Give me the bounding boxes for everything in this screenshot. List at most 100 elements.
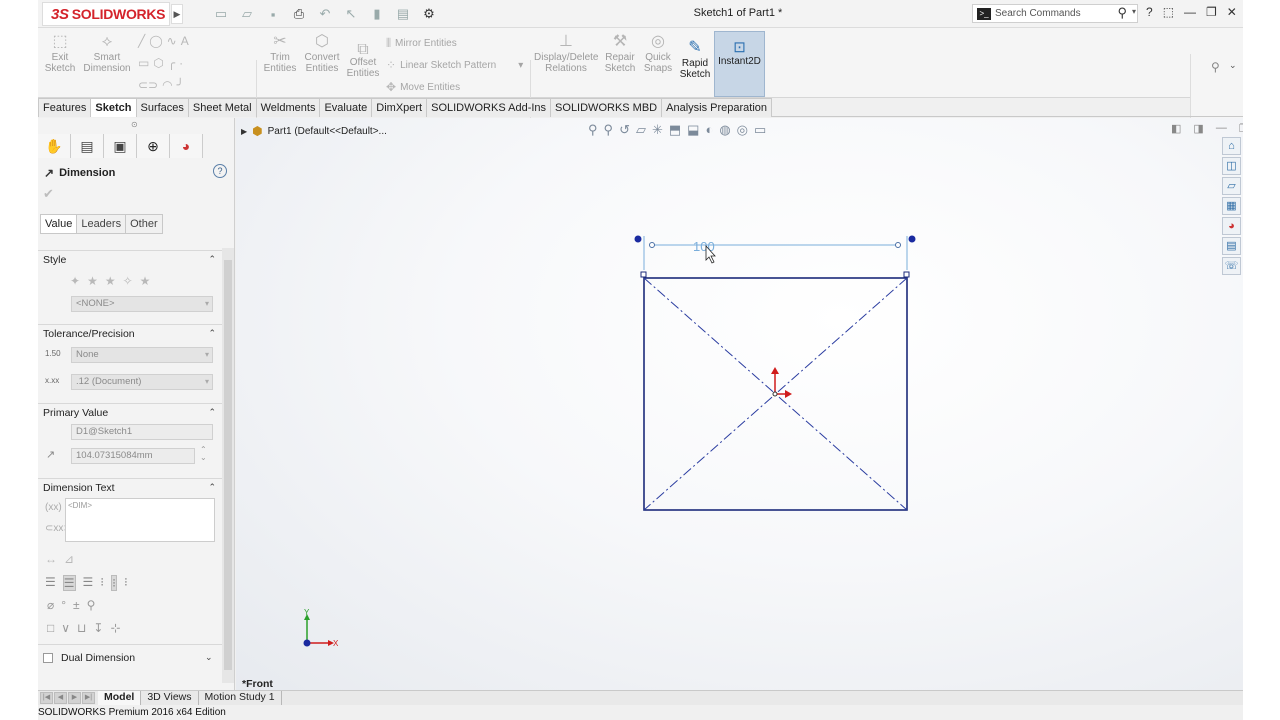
save-style-icon[interactable]: ✧ (123, 274, 133, 288)
solidworks-logo[interactable]: 3S SOLIDWORKS (42, 2, 170, 26)
dimxpert-manager-tab-icon[interactable]: ⊕ (137, 134, 170, 158)
exit-sketch-button[interactable]: ⬚ Exit Sketch (44, 32, 76, 74)
quick-snaps-button[interactable]: ◎ Quick Snaps (642, 32, 674, 74)
rapid-sketch-button[interactable]: ✎ Rapid Sketch (677, 38, 713, 80)
dimension-text-area[interactable]: <DIM> (65, 498, 215, 542)
move-entities-button[interactable]: ✥ Move Entities (386, 80, 460, 94)
counterbore-icon[interactable]: ⊔ (77, 621, 86, 635)
tab-analysis-preparation[interactable]: Analysis Preparation (661, 98, 773, 117)
tab-model[interactable]: Model (98, 691, 142, 705)
pin-icon[interactable]: ⬚ (1163, 5, 1174, 19)
tab-solidworks-mbd[interactable]: SOLIDWORKS MBD (550, 98, 663, 117)
add-parenthesis-icon[interactable]: ↔ (45, 552, 57, 566)
linear-sketch-pattern-button[interactable]: ⁘ Linear Sketch Pattern ▾ (386, 58, 523, 72)
convert-entities-button[interactable]: ⬡ Convert Entities (302, 32, 342, 74)
countersink-icon[interactable]: ∨ (61, 621, 70, 635)
line-tools-row[interactable]: ╱ ◯ ∿ A (138, 34, 189, 48)
dimension-endpoint-right[interactable] (908, 235, 916, 243)
plus-minus-icon[interactable]: ± (73, 598, 80, 612)
stack-top-icon[interactable]: ⁝ (100, 575, 104, 591)
style-dropdown[interactable]: <NONE> ▾ (71, 296, 213, 312)
solidworks-resources-icon[interactable]: ⌂ (1222, 137, 1241, 155)
help-icon[interactable]: ? (213, 164, 227, 178)
dimension-text-header[interactable]: Dimension Text ⌃ (38, 478, 222, 496)
search-dropdown-icon[interactable]: ▾ (1132, 7, 1136, 16)
arrow-handle-right[interactable] (895, 242, 901, 248)
delete-style-icon[interactable]: ★ (105, 274, 116, 288)
depth-icon[interactable]: ↧ (93, 621, 103, 635)
first-tab-icon[interactable]: |◀ (40, 691, 53, 704)
offset-entities-button[interactable]: ⧉ Offset Entities (344, 42, 382, 80)
tab-motion-study-1[interactable]: Motion Study 1 (199, 691, 282, 705)
pattern-dropdown-icon[interactable]: ▾ (518, 60, 523, 71)
restore-icon[interactable]: ❐ (1206, 5, 1217, 19)
centerline-icon[interactable]: ⚲ (87, 598, 96, 612)
file-properties-icon[interactable]: ▤ (392, 6, 414, 22)
forum-icon[interactable]: ☏ (1222, 257, 1241, 275)
corner-point-top-left[interactable] (640, 271, 647, 278)
last-tab-icon[interactable]: ▶| (82, 691, 95, 704)
tab-sketch[interactable]: Sketch (90, 98, 137, 117)
next-tab-icon[interactable]: ▶ (68, 691, 81, 704)
rebuild-icon[interactable]: ▮ (366, 6, 388, 22)
primary-value-header[interactable]: Primary Value ⌃ (38, 403, 222, 421)
panel-grip-icon[interactable]: ⊙ (131, 120, 138, 129)
ok-check-icon[interactable]: ✔ (43, 186, 54, 202)
degree-icon[interactable]: ° (61, 598, 66, 612)
dual-dimension-option[interactable]: Dual Dimension (43, 652, 135, 664)
options-gear-icon[interactable]: ⚙ (418, 6, 440, 22)
tab-weldments[interactable]: Weldments (255, 98, 321, 117)
close-icon[interactable]: ✕ (1227, 5, 1237, 19)
tolerance-type-dropdown[interactable]: None ▾ (71, 347, 213, 363)
arrow-handle-left[interactable] (649, 242, 655, 248)
more-symbols-icon[interactable]: ⊹ (110, 621, 120, 635)
tab-surfaces[interactable]: Surfaces (135, 98, 189, 117)
scrollbar-thumb[interactable] (224, 260, 232, 670)
collapse-chevron-icon[interactable]: ⌃ (208, 407, 216, 418)
select-icon[interactable]: ↖ (340, 6, 362, 22)
tab-solidworks-add-ins[interactable]: SOLIDWORKS Add-Ins (426, 98, 552, 117)
tab-dimxpert[interactable]: DimXpert (371, 98, 428, 117)
stack-middle-icon[interactable]: ⁝ (111, 575, 117, 591)
minimize-icon[interactable]: — (1184, 5, 1196, 19)
diameter-icon[interactable]: ⌀ (47, 598, 54, 612)
search-icon[interactable]: ⚲ (1117, 5, 1127, 21)
appearances-scenes-icon[interactable]: ◕ (1222, 217, 1241, 235)
collapse-ribbon-icon[interactable]: ⌄ (1229, 60, 1237, 71)
custom-properties-icon[interactable]: ▤ (1222, 237, 1241, 255)
center-dimension-icon[interactable]: ⊿ (64, 552, 74, 566)
view-palette-icon[interactable]: ▦ (1222, 197, 1241, 215)
display-delete-relations-button[interactable]: ⊥ Display/Delete Relations (534, 32, 598, 74)
new-document-icon[interactable]: ▭ (210, 6, 232, 22)
align-left-icon[interactable]: ☰ (45, 575, 56, 591)
instant2d-button[interactable]: ⊡ Instant2D (714, 31, 765, 97)
design-library-icon[interactable]: ◫ (1222, 157, 1241, 175)
file-explorer-icon[interactable]: ▱ (1222, 177, 1241, 195)
feature-manager-tab-icon[interactable]: ✋ (38, 134, 71, 158)
configuration-manager-tab-icon[interactable]: ▣ (104, 134, 137, 158)
save-icon[interactable]: ▪ (262, 7, 284, 22)
property-manager-tab-icon[interactable]: ▤ (71, 134, 104, 158)
dimension-name-field[interactable]: D1@Sketch1 (71, 424, 213, 440)
tolerance-header[interactable]: Tolerance/Precision ⌃ (38, 324, 222, 342)
dual-dimension-checkbox[interactable] (43, 653, 53, 663)
square-icon[interactable]: □ (47, 621, 54, 635)
sketch-origin[interactable] (772, 391, 778, 397)
trim-entities-button[interactable]: ✂ Trim Entities (260, 32, 300, 74)
panel-scrollbar[interactable] (222, 248, 234, 683)
menu-expand-arrow-icon[interactable]: ▶ (171, 4, 183, 24)
stack-bottom-icon[interactable]: ⁝ (124, 575, 128, 591)
subtab-other[interactable]: Other (125, 214, 163, 234)
graphics-area[interactable]: ▶ ⬢ Part1 (Default<<Default>... ⚲ ⚲ ↺ ▱ … (236, 118, 1243, 690)
sketch-canvas[interactable]: 100 Y X (236, 118, 1243, 690)
subtab-value[interactable]: Value (40, 214, 78, 234)
mirror-entities-button[interactable]: ⫴ Mirror Entities (386, 36, 457, 51)
slot-tools-row[interactable]: ⊂⊃ ◠ ╯ (138, 78, 184, 92)
expand-chevron-icon[interactable]: ⌄ (205, 652, 213, 663)
add-style-icon[interactable]: ★ (87, 274, 98, 288)
parentheses-icon[interactable]: (xx) (45, 502, 62, 513)
align-center-icon[interactable]: ☰ (62, 575, 76, 591)
smart-dimension-button[interactable]: ⟡ Smart Dimension (82, 32, 132, 74)
style-header[interactable]: Style ⌃ (38, 250, 222, 268)
corner-point-top-right[interactable] (903, 271, 910, 278)
